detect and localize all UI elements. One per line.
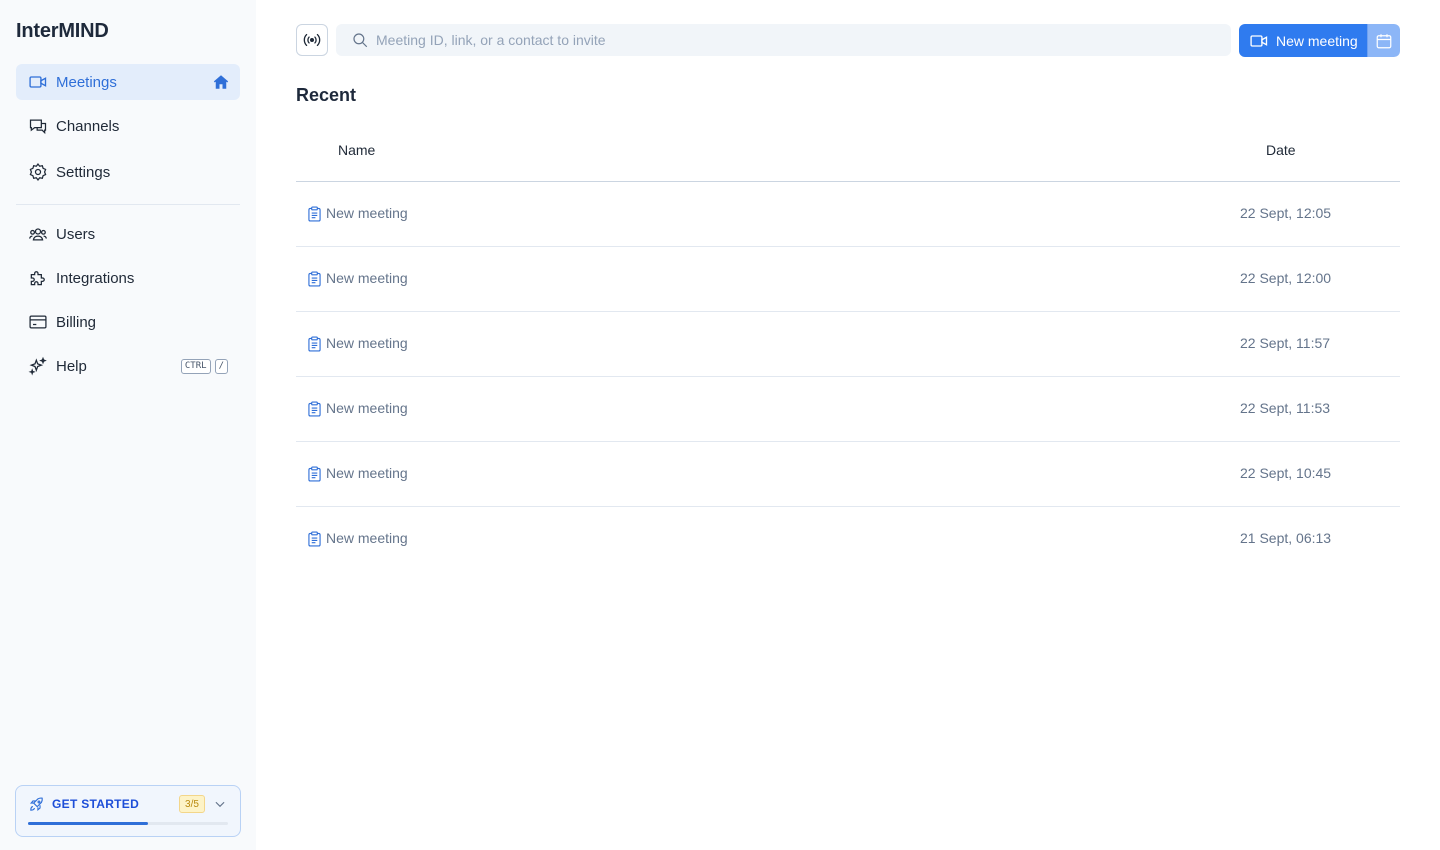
search-input[interactable] — [376, 24, 1216, 56]
search-icon — [353, 33, 368, 48]
sidebar-item-settings[interactable]: Settings — [16, 154, 240, 190]
broadcast-icon — [303, 33, 321, 47]
table-header: Name Date — [296, 118, 1400, 182]
clipboard-icon — [308, 336, 321, 352]
sidebar-item-channels[interactable]: Channels — [16, 108, 240, 144]
sidebar-divider — [16, 204, 240, 205]
sidebar-item-users[interactable]: Users — [16, 216, 240, 252]
sparkles-icon — [28, 356, 48, 376]
meeting-name: New meeting — [326, 465, 408, 481]
video-icon — [1250, 34, 1268, 47]
clipboard-icon — [308, 401, 321, 417]
sidebar: InterMIND Meetings Channels Settings Use… — [0, 0, 256, 850]
meeting-name: New meeting — [326, 205, 408, 221]
gear-icon — [28, 162, 48, 182]
get-started-label: GET STARTED — [52, 797, 140, 811]
schedule-button[interactable] — [1367, 24, 1400, 57]
table-row[interactable]: New meeting 22 Sept, 10:45 — [296, 442, 1400, 507]
chat-icon — [28, 116, 48, 136]
column-header-date[interactable]: Date — [1266, 142, 1296, 158]
clipboard-icon — [308, 531, 321, 547]
kbd-ctrl: CTRL — [180, 359, 211, 374]
progress-bar — [28, 822, 228, 825]
recent-meetings-table: Name Date New meeting 22 Sept, 12:05 New… — [296, 118, 1400, 572]
sidebar-item-label: Billing — [56, 313, 97, 331]
sidebar-item-label: Integrations — [56, 269, 135, 287]
meeting-name: New meeting — [326, 335, 408, 351]
sidebar-item-billing[interactable]: Billing — [16, 304, 240, 340]
table-row[interactable]: New meeting 22 Sept, 11:53 — [296, 377, 1400, 442]
new-meeting-label: New meeting — [1276, 32, 1358, 49]
meeting-date: 22 Sept, 12:00 — [1240, 270, 1332, 286]
chevron-down-icon[interactable] — [213, 797, 227, 811]
main-content: New meeting Recent Name Date New meeting… — [256, 0, 1440, 850]
sidebar-item-label: Help — [56, 357, 87, 375]
sidebar-item-help[interactable]: Help CTRL / — [16, 348, 240, 384]
credit-card-icon — [28, 312, 48, 332]
progress-badge: 3/5 — [179, 795, 205, 813]
sidebar-item-label: Meetings — [56, 73, 117, 91]
sidebar-item-label: Channels — [56, 117, 120, 135]
clipboard-icon — [308, 466, 321, 482]
help-shortcut: CTRL / — [180, 359, 228, 374]
table-row[interactable]: New meeting 22 Sept, 11:57 — [296, 312, 1400, 377]
table-row[interactable]: New meeting 22 Sept, 12:00 — [296, 247, 1400, 312]
meeting-date: 22 Sept, 10:45 — [1240, 465, 1332, 481]
video-icon — [28, 72, 48, 92]
sidebar-item-integrations[interactable]: Integrations — [16, 260, 240, 296]
rocket-icon — [29, 797, 43, 812]
new-meeting-button[interactable]: New meeting — [1239, 24, 1367, 57]
broadcast-button[interactable] — [296, 24, 328, 56]
meeting-name: New meeting — [326, 400, 408, 416]
meeting-date: 22 Sept, 11:57 — [1240, 335, 1331, 351]
sidebar-item-label: Users — [56, 225, 96, 243]
users-icon — [28, 224, 48, 244]
search-bar — [336, 24, 1231, 56]
progress-bar-fill — [28, 822, 148, 825]
sidebar-item-meetings[interactable]: Meetings — [16, 64, 240, 100]
puzzle-icon — [28, 268, 48, 288]
meeting-date: 22 Sept, 11:53 — [1240, 400, 1331, 416]
clipboard-icon — [308, 271, 321, 287]
table-row[interactable]: New meeting 22 Sept, 12:05 — [296, 182, 1400, 247]
sidebar-item-label: Settings — [56, 163, 111, 181]
meeting-name: New meeting — [326, 530, 408, 546]
kbd-slash: / — [214, 359, 228, 374]
calendar-icon — [1376, 33, 1392, 48]
app-logo: InterMIND — [16, 20, 109, 42]
meeting-name: New meeting — [326, 270, 408, 286]
get-started-panel[interactable]: GET STARTED 3/5 — [15, 785, 241, 837]
meeting-date: 21 Sept, 06:13 — [1240, 530, 1332, 546]
section-title: Recent — [296, 85, 357, 105]
home-icon — [213, 75, 229, 89]
clipboard-icon — [308, 206, 321, 222]
column-header-name[interactable]: Name — [338, 142, 375, 158]
table-row[interactable]: New meeting 21 Sept, 06:13 — [296, 507, 1400, 572]
meeting-date: 22 Sept, 12:05 — [1240, 205, 1332, 221]
